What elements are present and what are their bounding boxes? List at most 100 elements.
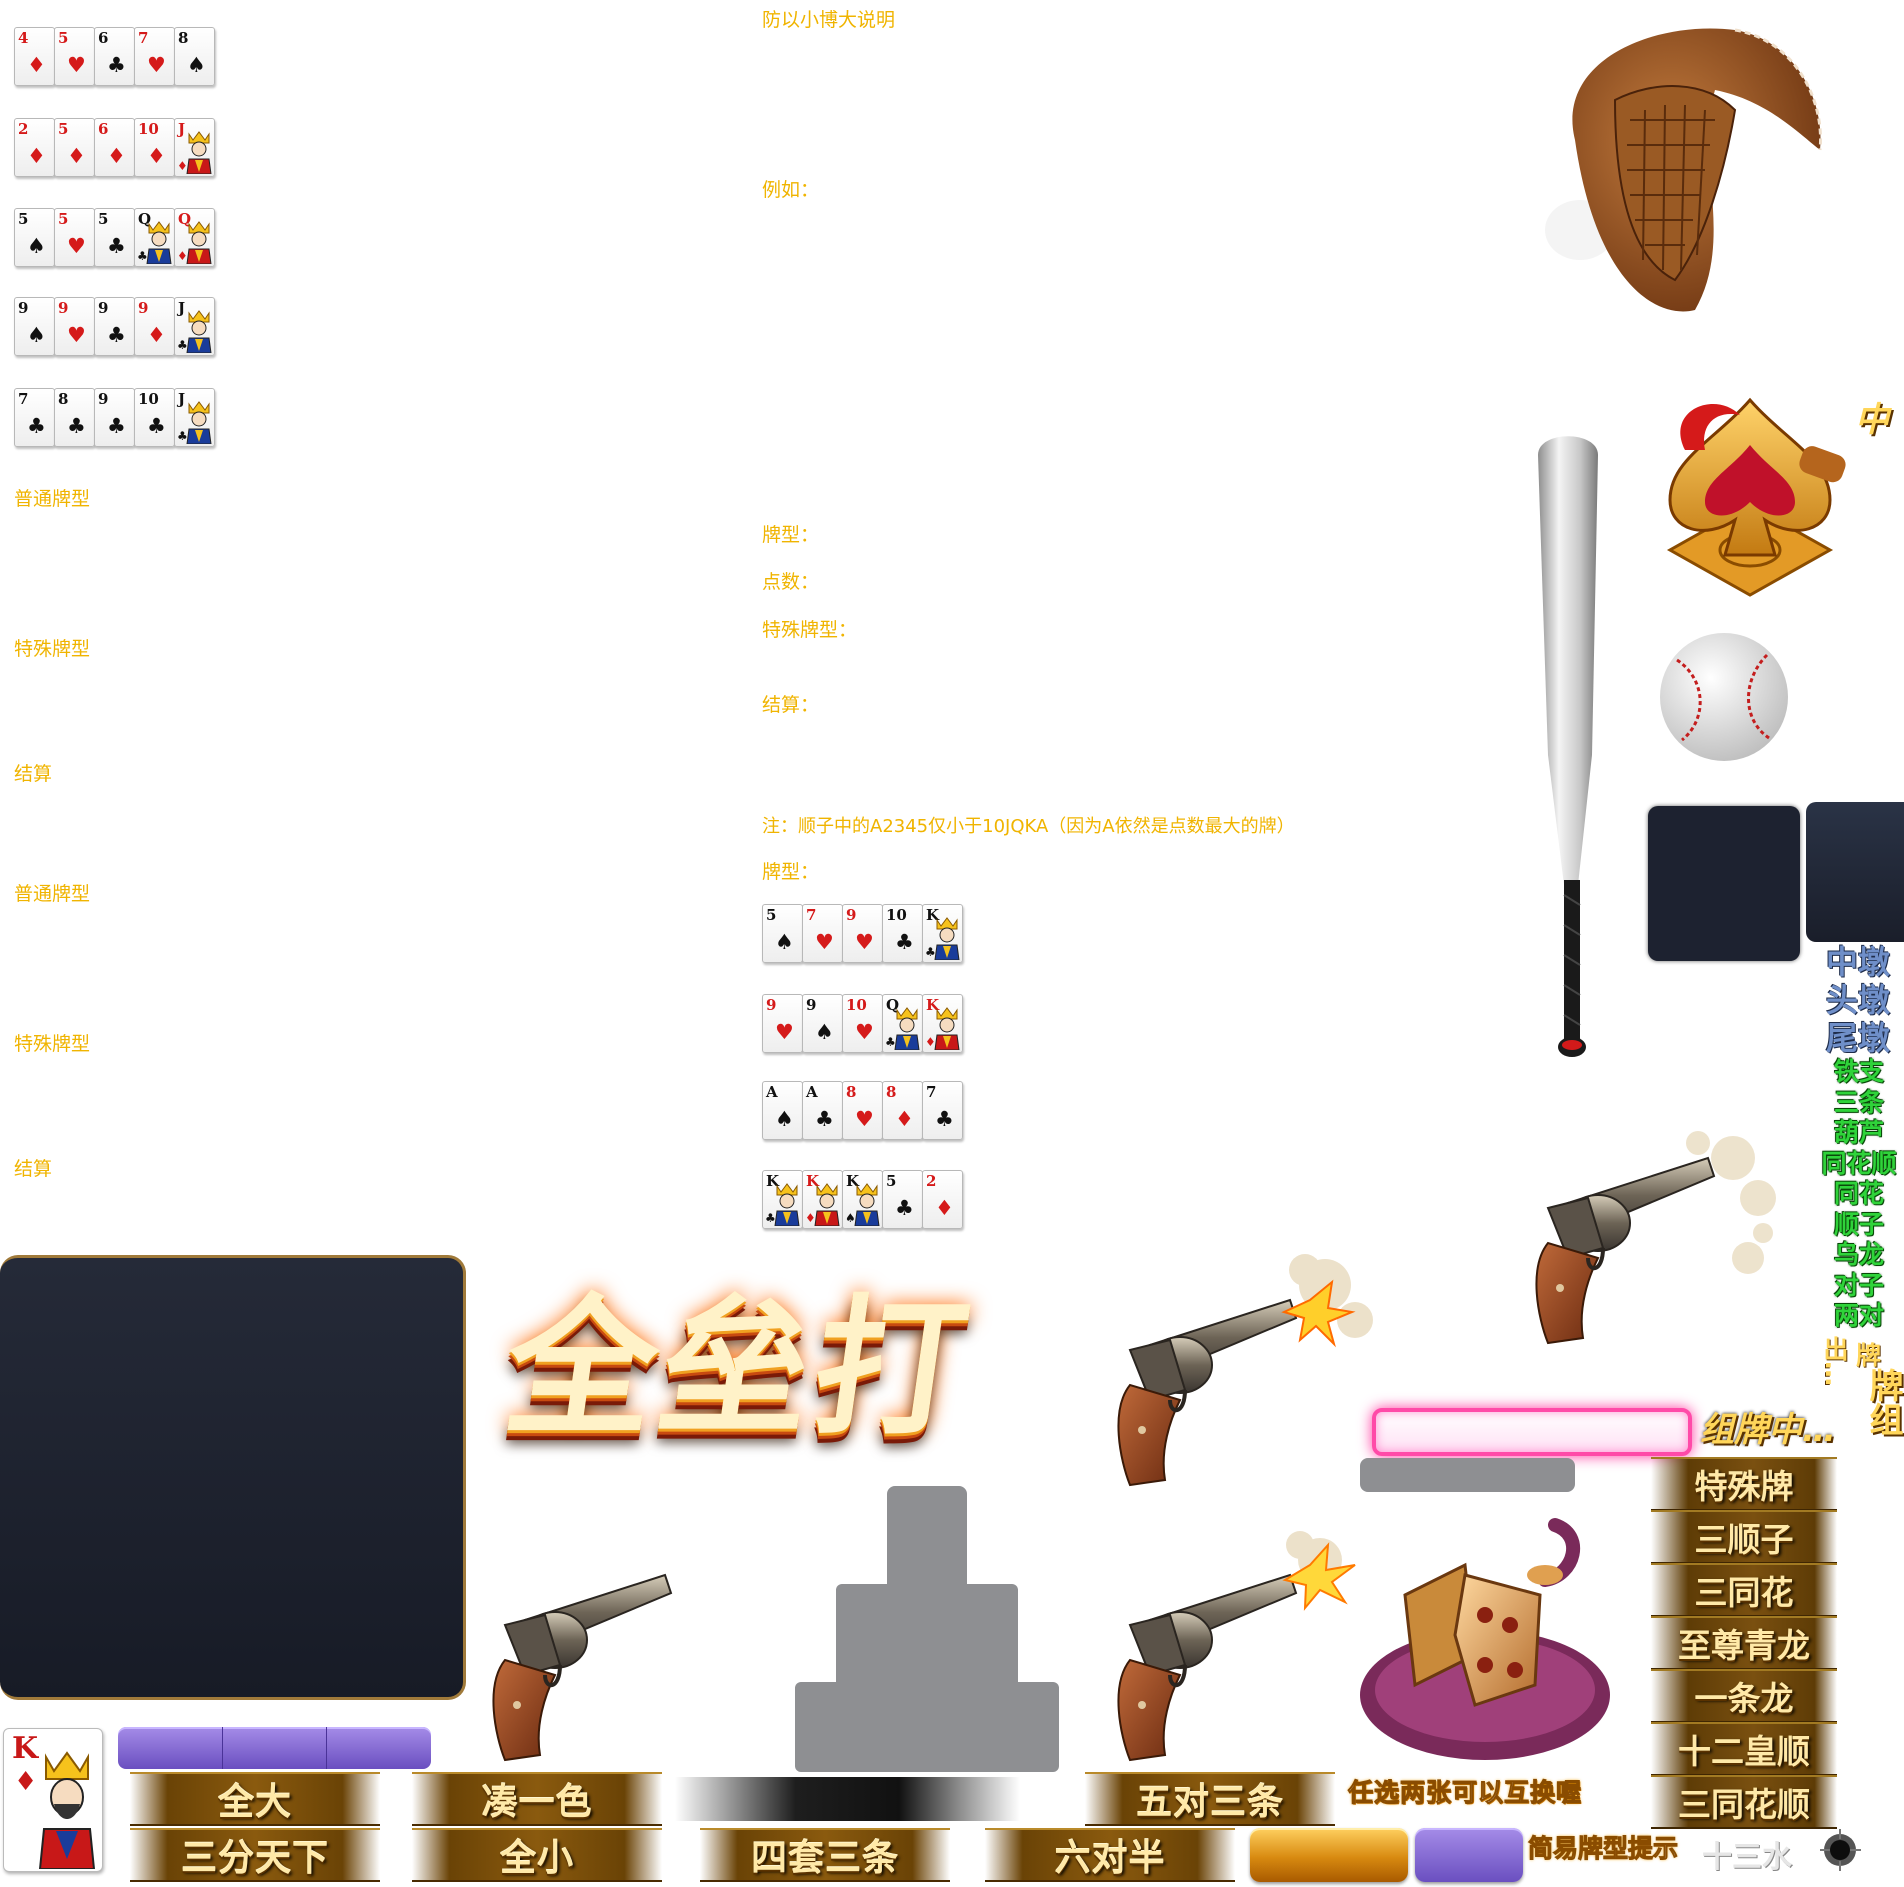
- side-tag-label: 十二皇顺: [1678, 1732, 1810, 1771]
- side-tag-label: 三同花: [1694, 1573, 1794, 1612]
- card-suit: ♦: [177, 159, 188, 173]
- hand-rank-label-1: 三条: [1833, 1087, 1884, 1117]
- playing-card: 7 ♣: [14, 388, 55, 447]
- playing-card: 9 ♥: [762, 994, 803, 1053]
- playing-card: K ♣: [922, 904, 963, 963]
- playing-card: 7 ♥: [802, 904, 843, 963]
- card-suit: ♦: [925, 1035, 936, 1049]
- purple-button[interactable]: [1415, 1828, 1523, 1882]
- tab-segment-3[interactable]: [327, 1727, 431, 1769]
- card-rank: 10: [138, 120, 159, 138]
- card-suit: ♣: [27, 414, 46, 438]
- tab-segment-1[interactable]: [118, 1727, 223, 1769]
- playing-card: 10 ♦: [134, 118, 175, 177]
- card-suit: ♦: [935, 1196, 954, 1220]
- dice-emblem-icon: [1360, 1518, 1610, 1760]
- card-rank: 10: [886, 906, 907, 924]
- hand-rank-label-4: 同花: [1833, 1179, 1884, 1208]
- tag-sitaosantiao-label: 四套三条: [750, 1838, 899, 1879]
- dark-panel: [1648, 806, 1800, 961]
- playing-card: 7 ♣: [922, 1081, 963, 1140]
- card-suit: ♦: [67, 144, 86, 168]
- playing-card: 9 ♣: [94, 388, 135, 447]
- tag-sanfentianxia-label: 三分天下: [180, 1838, 329, 1879]
- card-rank: 5: [98, 210, 109, 228]
- easy-hint: 简易牌型提示: [1527, 1834, 1679, 1864]
- card-rank: 9: [18, 299, 29, 317]
- playing-card: 8 ♣: [54, 388, 95, 447]
- card-suit: ♠: [775, 1107, 794, 1131]
- card-suit: ♣: [147, 414, 166, 438]
- tag-liuduiban-label: 六对半: [1054, 1838, 1166, 1879]
- rule-heading: 防以小博大说明: [762, 9, 896, 31]
- hand-rank-label-3: 同花顺: [1821, 1148, 1897, 1178]
- face-card-figure-icon: [186, 221, 212, 264]
- card-suit: ♥: [775, 1020, 794, 1044]
- tab-segment-2[interactable]: [223, 1727, 328, 1769]
- side-tag-4: 一条龙: [1651, 1669, 1837, 1723]
- playing-card: 10 ♥: [842, 994, 883, 1053]
- card-suit: ♦: [147, 144, 166, 168]
- king-card[interactable]: K ♦: [3, 1728, 103, 1872]
- dun-list: 中墩 头墩 尾墩: [1812, 943, 1904, 1057]
- card-rank: 6: [98, 29, 109, 47]
- face-card-figure-icon: [186, 310, 212, 353]
- card-suit: ♠: [187, 53, 206, 77]
- mid-hand: K ♣ K ♦ K ♠ 5 ♣ 2 ♦: [762, 1170, 967, 1229]
- card-suit: ♣: [815, 1107, 834, 1131]
- card-rank: A: [806, 1083, 818, 1101]
- revolver-firing-icon: [1116, 1254, 1373, 1487]
- label-normal-hand: 普通牌型: [14, 488, 91, 510]
- card-rank: 8: [846, 1083, 857, 1101]
- playing-card: 5 ♠: [762, 904, 803, 963]
- playing-card: Q ♦: [174, 208, 215, 267]
- card-suit: ♥: [67, 234, 86, 258]
- card-suit: ♣: [107, 323, 126, 347]
- playing-card: 7 ♥: [134, 27, 175, 86]
- card-suit: ♥: [67, 323, 86, 347]
- playing-card: 8 ♠: [174, 27, 215, 86]
- label-special-hand-2: 特殊牌型: [14, 1033, 91, 1055]
- playing-card: A ♣: [802, 1081, 843, 1140]
- playing-card: 10 ♣: [134, 388, 175, 447]
- tag-wuduisantiao: 五对三条: [1085, 1772, 1335, 1826]
- left-hand: 5 ♠ 5 ♥ 5 ♣ Q ♣ Q ♦: [14, 208, 219, 267]
- playing-card: J ♦: [174, 118, 215, 177]
- card-suit: ♥: [815, 930, 834, 954]
- tag-quanda: 全大: [130, 1772, 380, 1826]
- label-settle: 结算: [14, 763, 53, 785]
- progress-glow-bar: [1372, 1408, 1692, 1456]
- card-suit: ♦: [107, 144, 126, 168]
- chupai-label: 出…: [1820, 1336, 1849, 1386]
- side-tag-3: 至尊青龙: [1651, 1616, 1837, 1670]
- tag-quanxiao-label: 全小: [499, 1838, 574, 1879]
- card-suit: ♠: [845, 1211, 856, 1225]
- card-suit: ♥: [855, 930, 874, 954]
- baseball-icon: [1660, 633, 1788, 761]
- dun-label-2: 尾墩: [1825, 1019, 1890, 1057]
- bullet-hole-icon: [1820, 1829, 1861, 1871]
- card-suit: ♥: [67, 53, 86, 77]
- card-rank: 9: [98, 390, 109, 408]
- card-suit: ♥: [855, 1107, 874, 1131]
- card-rank: 5: [886, 1172, 897, 1190]
- card-rank: 7: [18, 390, 29, 408]
- playing-card: K ♣: [762, 1170, 803, 1229]
- card-suit: ♠: [27, 323, 46, 347]
- side-tag-2: 三同花: [1651, 1563, 1837, 1617]
- face-card-figure-icon: [934, 917, 960, 960]
- side-tag-label: 一条龙: [1694, 1679, 1794, 1718]
- card-suit: ♣: [107, 414, 126, 438]
- gold-button[interactable]: [1250, 1828, 1408, 1882]
- card-rank: 8: [58, 390, 69, 408]
- revolver-icon: [1534, 1131, 1776, 1345]
- left-hand: 9 ♠ 9 ♥ 9 ♣ 9 ♦ J ♣: [14, 297, 219, 356]
- card-suit: ♦: [805, 1211, 816, 1225]
- card-rank: 7: [926, 1083, 937, 1101]
- card-suit: ♣: [107, 53, 126, 77]
- playing-card: K ♦: [922, 994, 963, 1053]
- tag-quanxiao: 全小: [412, 1828, 662, 1882]
- side-tag-0: 特殊牌: [1651, 1457, 1837, 1511]
- playing-card: 8 ♦: [882, 1081, 923, 1140]
- card-suit: ♣: [177, 429, 188, 443]
